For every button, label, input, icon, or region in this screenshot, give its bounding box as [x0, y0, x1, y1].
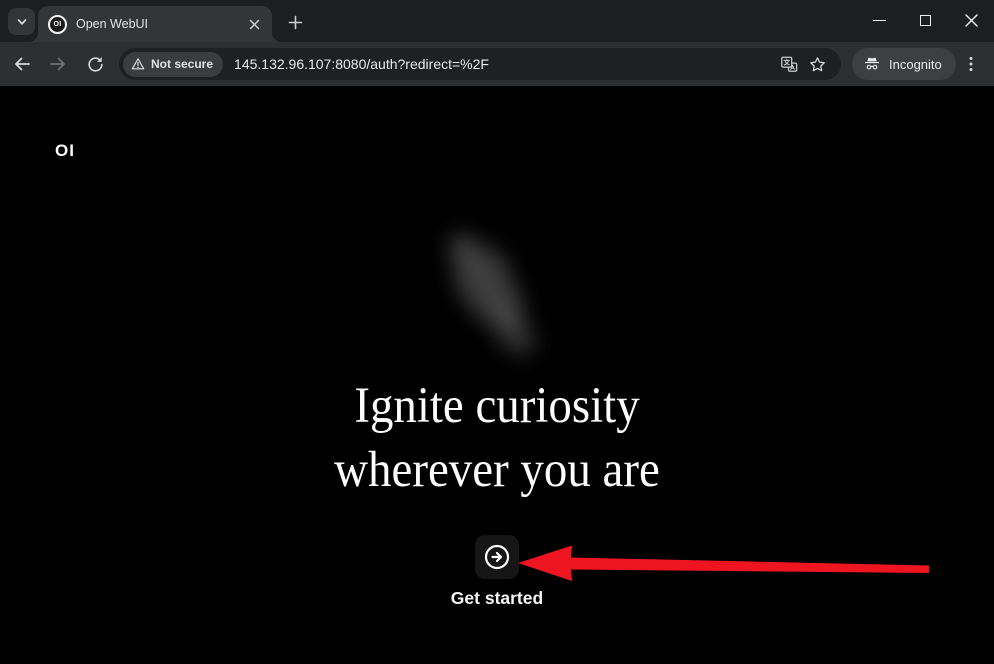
url-text: 145.132.96.107:8080/auth?redirect=%2F: [234, 56, 775, 72]
tab-close-button[interactable]: [244, 14, 264, 34]
new-tab-button[interactable]: [280, 7, 310, 37]
maximize-button[interactable]: [902, 0, 948, 40]
openwebui-favicon: OI: [48, 15, 67, 34]
window-controls: [856, 0, 994, 42]
browser-tab-open-webui[interactable]: OI Open WebUI: [38, 6, 272, 42]
incognito-badge: Incognito: [852, 48, 956, 80]
translate-icon: [780, 55, 798, 73]
openwebui-logo: OI: [55, 141, 75, 161]
maximize-icon: [920, 15, 931, 26]
security-chip[interactable]: Not secure: [123, 52, 223, 77]
chevron-down-icon: [15, 15, 29, 29]
kebab-menu-icon: [962, 55, 980, 73]
bookmark-star-button[interactable]: [803, 50, 831, 78]
plus-icon: [288, 15, 303, 30]
browser-menu-button[interactable]: [956, 49, 986, 79]
close-icon: [249, 19, 260, 30]
browser-window: OI Open WebUI: [0, 0, 994, 664]
translate-button[interactable]: [775, 50, 803, 78]
hero-line-2: wherever you are: [334, 442, 660, 498]
window-close-icon: [965, 14, 978, 27]
get-started-label[interactable]: Get started: [0, 588, 994, 609]
reload-button[interactable]: [80, 49, 110, 79]
hero-line-1: Ignite curiosity: [354, 378, 639, 434]
arrow-right-circle-icon: [484, 544, 510, 570]
browser-toolbar: Not secure 145.132.96.107:8080/auth?redi…: [0, 42, 994, 86]
blurred-astronaut-image: [377, 170, 597, 390]
address-bar[interactable]: Not secure 145.132.96.107:8080/auth?redi…: [119, 48, 841, 80]
tab-search-button[interactable]: [8, 8, 35, 35]
tab-title: Open WebUI: [76, 17, 244, 31]
back-arrow-icon: [12, 54, 32, 74]
tab-strip: OI Open WebUI: [0, 0, 994, 42]
incognito-icon: [863, 55, 881, 73]
incognito-label: Incognito: [889, 57, 942, 72]
window-close-button[interactable]: [948, 0, 994, 40]
reload-icon: [86, 55, 105, 74]
get-started-button[interactable]: [475, 535, 519, 579]
back-button[interactable]: [7, 49, 37, 79]
minimize-button[interactable]: [856, 0, 902, 40]
forward-button[interactable]: [43, 49, 73, 79]
favicon-text: OI: [54, 21, 62, 28]
open-webui-auth-page: OI Ignite curiosity wherever you are: [0, 86, 994, 664]
forward-arrow-icon: [48, 54, 68, 74]
hero-heading: Ignite curiosity wherever you are: [40, 374, 954, 502]
warning-triangle-icon: [131, 57, 145, 71]
minimize-icon: [873, 20, 886, 21]
security-label: Not secure: [151, 57, 213, 71]
star-icon: [808, 55, 827, 74]
